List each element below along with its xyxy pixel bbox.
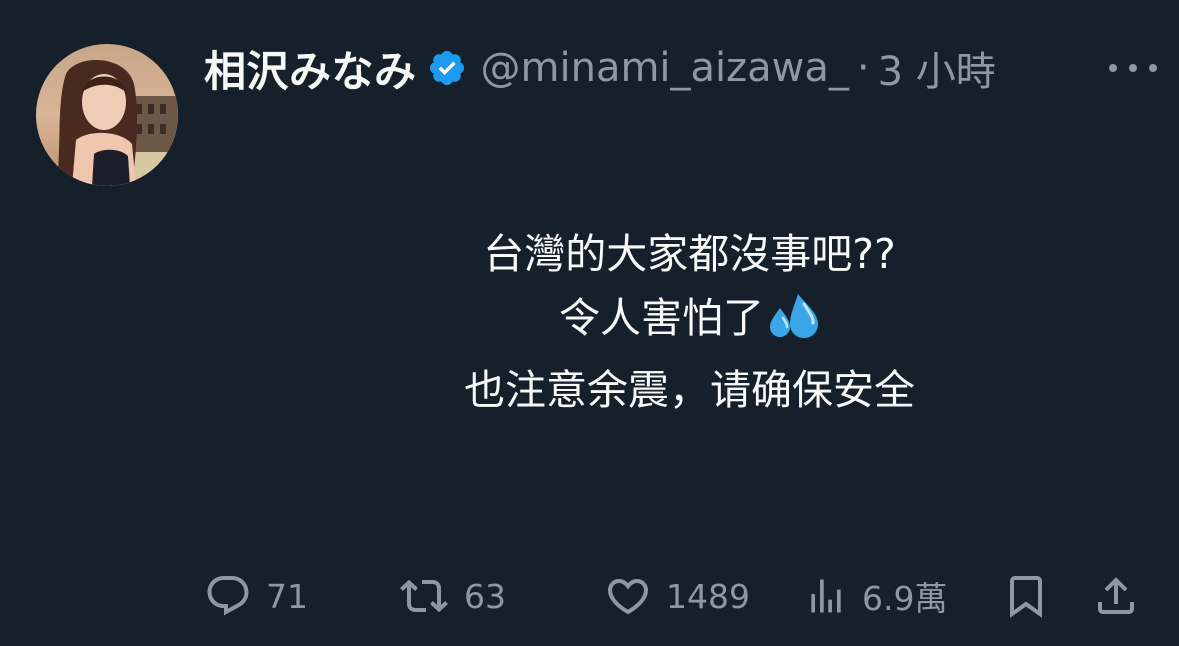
tweet-line-text: 令人害怕了 [559, 294, 764, 342]
bookmark-icon [1010, 576, 1042, 618]
retweet-icon [400, 579, 448, 613]
avatar-image [36, 44, 178, 186]
heart-icon [607, 579, 649, 615]
like-button[interactable]: 1489 [604, 568, 750, 624]
tweet-line-text: 台灣的大家都沒事吧?? [483, 230, 896, 278]
tweet-line-3: 也注意余震，请确保安全 [200, 358, 1179, 422]
action-bar: 71 63 1489 6.9萬 [0, 568, 1179, 624]
timestamp[interactable]: 3 小時 [878, 39, 996, 97]
more-dot [1149, 64, 1157, 72]
analytics-icon [811, 579, 841, 613]
tweet-line-1: 台灣的大家都沒事吧?? [200, 222, 1179, 286]
views-count: 6.9萬 [862, 579, 948, 618]
more-dot [1109, 64, 1117, 72]
retweet-count: 63 [464, 576, 506, 616]
more-dot [1129, 64, 1137, 72]
user-handle[interactable]: @minami_aizawa_ [481, 45, 849, 91]
tweet-line-2: 令人害怕了 [200, 286, 1179, 358]
views-button[interactable]: 6.9萬 [804, 568, 947, 624]
more-options-icon[interactable] [1109, 58, 1157, 78]
tweet-text: 台灣的大家都沒事吧?? 令人害怕了 也注意余震，请确保安全 [200, 222, 1179, 422]
like-count: 1489 [666, 576, 750, 616]
separator-dot: · [856, 45, 870, 91]
avatar[interactable] [36, 44, 178, 186]
bookmark-button[interactable] [1002, 568, 1050, 624]
verified-badge-icon [427, 48, 467, 88]
reply-icon [207, 576, 249, 616]
retweet-button[interactable]: 63 [398, 568, 506, 624]
tweet-line-text: 也注意余震，请确保安全 [464, 366, 915, 414]
share-button[interactable] [1092, 568, 1140, 624]
reply-button[interactable]: 71 [204, 568, 308, 624]
sweat-droplets-icon [768, 292, 820, 358]
display-name[interactable]: 相沢みなみ [204, 38, 417, 99]
reply-count: 71 [266, 576, 308, 616]
share-icon [1098, 577, 1134, 614]
tweet-header: 相沢みなみ @minami_aizawa_ · 3 小時 [204, 38, 1149, 98]
tweet-card: 相沢みなみ @minami_aizawa_ · 3 小時 台灣的大家都沒事吧??… [0, 0, 1179, 646]
